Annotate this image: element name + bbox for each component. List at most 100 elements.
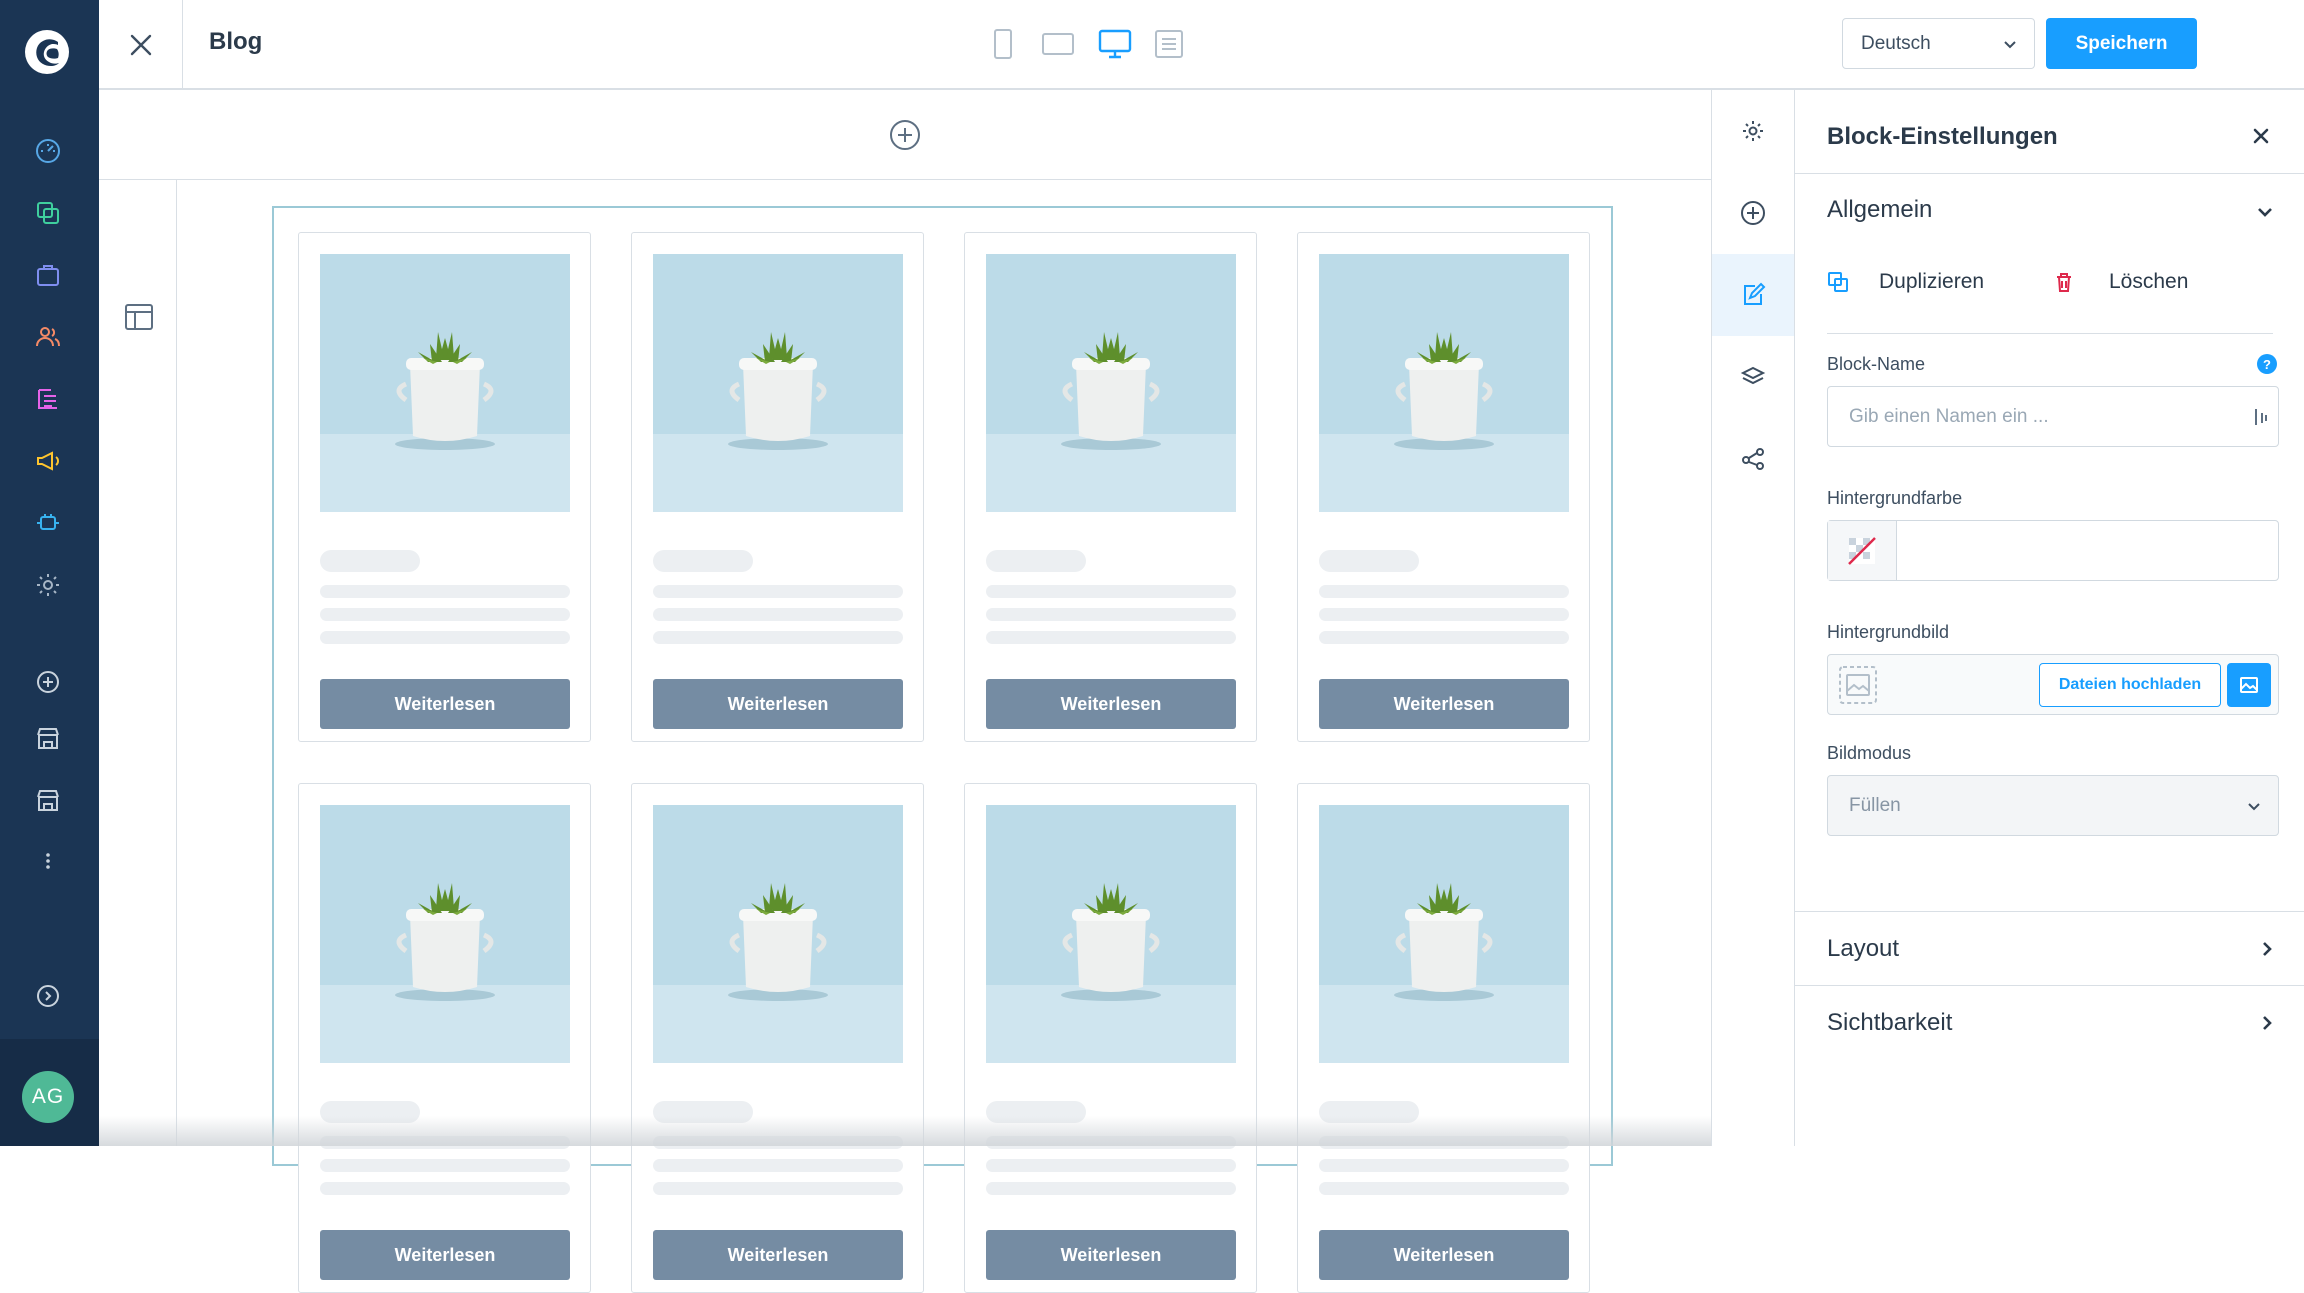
skeleton-title: [986, 1101, 1086, 1123]
panel-title: Block-Einstellungen: [1827, 123, 2058, 151]
skeleton-line: [1319, 631, 1569, 644]
product-card[interactable]: Weiterlesen: [964, 232, 1257, 742]
device-mobile-button[interactable]: [988, 25, 1018, 63]
product-card[interactable]: Weiterlesen: [964, 783, 1257, 1293]
chevron-down-icon: [2002, 36, 2018, 52]
image-mode-select[interactable]: Füllen: [1827, 775, 2279, 836]
chevron-down-icon: [2255, 202, 2275, 222]
skeleton-line: [1319, 1159, 1569, 1172]
delete-button[interactable]: Löschen: [2053, 270, 2188, 294]
save-button[interactable]: Speichern: [2046, 18, 2197, 69]
product-card[interactable]: Weiterlesen: [631, 232, 924, 742]
skeleton-title: [986, 550, 1086, 572]
skeleton-title: [1319, 550, 1419, 572]
tab-share[interactable]: [1712, 418, 1794, 500]
skeleton-line: [986, 631, 1236, 644]
storefront-icon[interactable]: [30, 782, 66, 818]
close-editor-button[interactable]: [99, 0, 183, 90]
block-name-field[interactable]: Gib einen Namen ein ...: [1827, 386, 2279, 447]
product-image: [986, 805, 1236, 1063]
read-more-button[interactable]: Weiterlesen: [1319, 679, 1569, 729]
help-icon[interactable]: ?: [2257, 354, 2277, 374]
variable-icon: [2252, 407, 2268, 427]
read-more-button[interactable]: Weiterlesen: [653, 679, 903, 729]
section-layout-toggle[interactable]: Layout: [1795, 911, 2304, 985]
language-select[interactable]: Deutsch: [1842, 18, 2035, 69]
product-image: [653, 254, 903, 512]
avatar[interactable]: AG: [22, 1071, 74, 1123]
chevron-down-icon: [2246, 798, 2262, 814]
chevron-right-icon: [2257, 939, 2277, 959]
add-sales-channel-icon[interactable]: [30, 664, 66, 700]
product-card[interactable]: Weiterlesen: [1297, 783, 1590, 1293]
transparent-color-icon: [1847, 536, 1877, 566]
upload-files-button[interactable]: Dateien hochladen: [2039, 663, 2221, 707]
skeleton-title: [320, 550, 420, 572]
extensions-icon[interactable]: [30, 505, 66, 541]
help-icon[interactable]: [30, 978, 66, 1014]
tab-page-settings[interactable]: [1712, 90, 1794, 172]
skeleton-line: [653, 608, 903, 621]
skeleton-title: [653, 1101, 753, 1123]
skeleton-line: [1319, 608, 1569, 621]
product-card[interactable]: Weiterlesen: [298, 783, 591, 1293]
device-desktop-button[interactable]: [1093, 25, 1137, 63]
section-general-toggle[interactable]: Allgemein: [1795, 174, 2304, 246]
read-more-button[interactable]: Weiterlesen: [1319, 1230, 1569, 1280]
read-more-button[interactable]: Weiterlesen: [320, 679, 570, 729]
duplicate-button[interactable]: Duplizieren: [1827, 270, 1984, 294]
storefront-icon[interactable]: [30, 720, 66, 756]
block-name-placeholder: Gib einen Namen ein ...: [1849, 406, 2049, 428]
customers-icon[interactable]: [30, 319, 66, 355]
settings-icon[interactable]: [30, 567, 66, 603]
listing-block[interactable]: Weiterlesen Weiterlesen Weiterlesen Weiterl…: [272, 206, 1613, 1166]
sidebar-tabs: [1711, 90, 1795, 1146]
section-visibility-toggle[interactable]: Sichtbarkeit: [1795, 985, 2304, 1059]
color-swatch[interactable]: [1828, 521, 1897, 580]
background-color-field[interactable]: [1827, 520, 2279, 581]
orders-icon[interactable]: [30, 257, 66, 293]
read-more-button[interactable]: Weiterlesen: [653, 1230, 903, 1280]
dashboard-icon[interactable]: [30, 133, 66, 169]
list-icon: [1154, 29, 1184, 59]
tab-add-blocks[interactable]: [1712, 172, 1794, 254]
catalogues-icon[interactable]: [30, 195, 66, 231]
image-icon: [2239, 675, 2259, 695]
skeleton-line: [653, 1136, 903, 1149]
read-more-button[interactable]: Weiterlesen: [986, 1230, 1236, 1280]
tab-layers[interactable]: [1712, 336, 1794, 418]
shopware-logo[interactable]: [24, 29, 70, 75]
tab-block-settings[interactable]: [1712, 254, 1794, 336]
more-icon[interactable]: [30, 843, 66, 879]
close-icon[interactable]: [2249, 124, 2273, 148]
section-general-label: Allgemein: [1827, 196, 1932, 224]
product-image: [320, 805, 570, 1063]
product-image-plant: [1319, 805, 1569, 1063]
add-section-icon[interactable]: [888, 118, 922, 152]
trash-icon: [2053, 271, 2075, 293]
marketing-icon[interactable]: [30, 443, 66, 479]
device-tablet-button[interactable]: [1038, 25, 1078, 63]
skeleton-line: [986, 1136, 1236, 1149]
background-image-label: Hintergrundbild: [1827, 622, 1949, 643]
section-sidebar: [99, 180, 177, 1146]
device-form-button[interactable]: [1151, 25, 1187, 63]
open-media-button[interactable]: [2227, 663, 2271, 707]
block-settings-panel: Block-Einstellungen Allgemein Dupliziere…: [1795, 90, 2304, 1146]
skeleton-line: [320, 1182, 570, 1195]
product-card[interactable]: Weiterlesen: [298, 232, 591, 742]
section-layout-label: Layout: [1827, 935, 1899, 963]
add-section-row: [99, 90, 1711, 180]
skeleton-line: [1319, 1136, 1569, 1149]
duplicate-label: Duplizieren: [1879, 270, 1984, 294]
content-icon[interactable]: [30, 381, 66, 417]
skeleton-line: [986, 1159, 1236, 1172]
read-more-button[interactable]: Weiterlesen: [986, 679, 1236, 729]
read-more-button[interactable]: Weiterlesen: [320, 1230, 570, 1280]
skeleton-title: [320, 1101, 420, 1123]
section-layout-icon[interactable]: [124, 302, 154, 332]
tablet-icon: [1041, 31, 1075, 57]
product-card[interactable]: Weiterlesen: [1297, 232, 1590, 742]
product-image: [986, 254, 1236, 512]
product-card[interactable]: Weiterlesen: [631, 783, 924, 1293]
